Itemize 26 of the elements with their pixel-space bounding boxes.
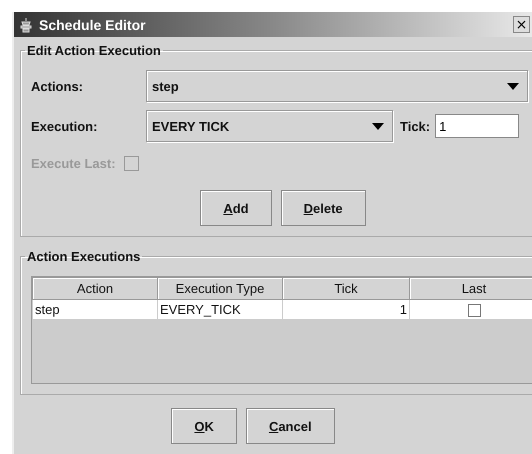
dialog-button[interactable]: OK	[171, 408, 237, 444]
column-header[interactable]: Execution Type	[158, 278, 282, 300]
table-cell: EVERY_TICK	[158, 300, 282, 320]
checkbox[interactable]	[468, 304, 480, 318]
column-header[interactable]: Action	[32, 278, 158, 300]
field-label: Actions:	[31, 78, 84, 94]
execution-dropdown[interactable]: EVERY TICK	[146, 110, 393, 142]
app-icon	[18, 16, 34, 32]
table-cell: step	[32, 300, 158, 320]
column-header[interactable]: Tick	[282, 278, 410, 300]
column-header[interactable]: Last	[410, 278, 532, 300]
window-title: Schedule Editor	[39, 16, 147, 32]
dropdown-arrow-icon	[507, 82, 519, 90]
dropdown-arrow-icon	[372, 122, 384, 130]
field-label: Tick:	[400, 118, 430, 134]
panel-title: Edit Action Execution	[26, 43, 162, 58]
dialog-button[interactable]: Add	[200, 190, 272, 226]
dialog-button[interactable]: Cancel	[246, 408, 335, 444]
actions-dropdown[interactable]: step	[146, 70, 528, 102]
close-button[interactable]: ×	[513, 16, 530, 33]
table-cell: 1	[282, 300, 410, 320]
field-label: Execute Last:	[31, 156, 116, 170]
dialog-button[interactable]: Delete	[280, 190, 366, 226]
tick-field[interactable]: 1	[435, 114, 520, 138]
panel-title: Action Executions	[26, 249, 142, 264]
field-label: Execution:	[31, 118, 98, 134]
